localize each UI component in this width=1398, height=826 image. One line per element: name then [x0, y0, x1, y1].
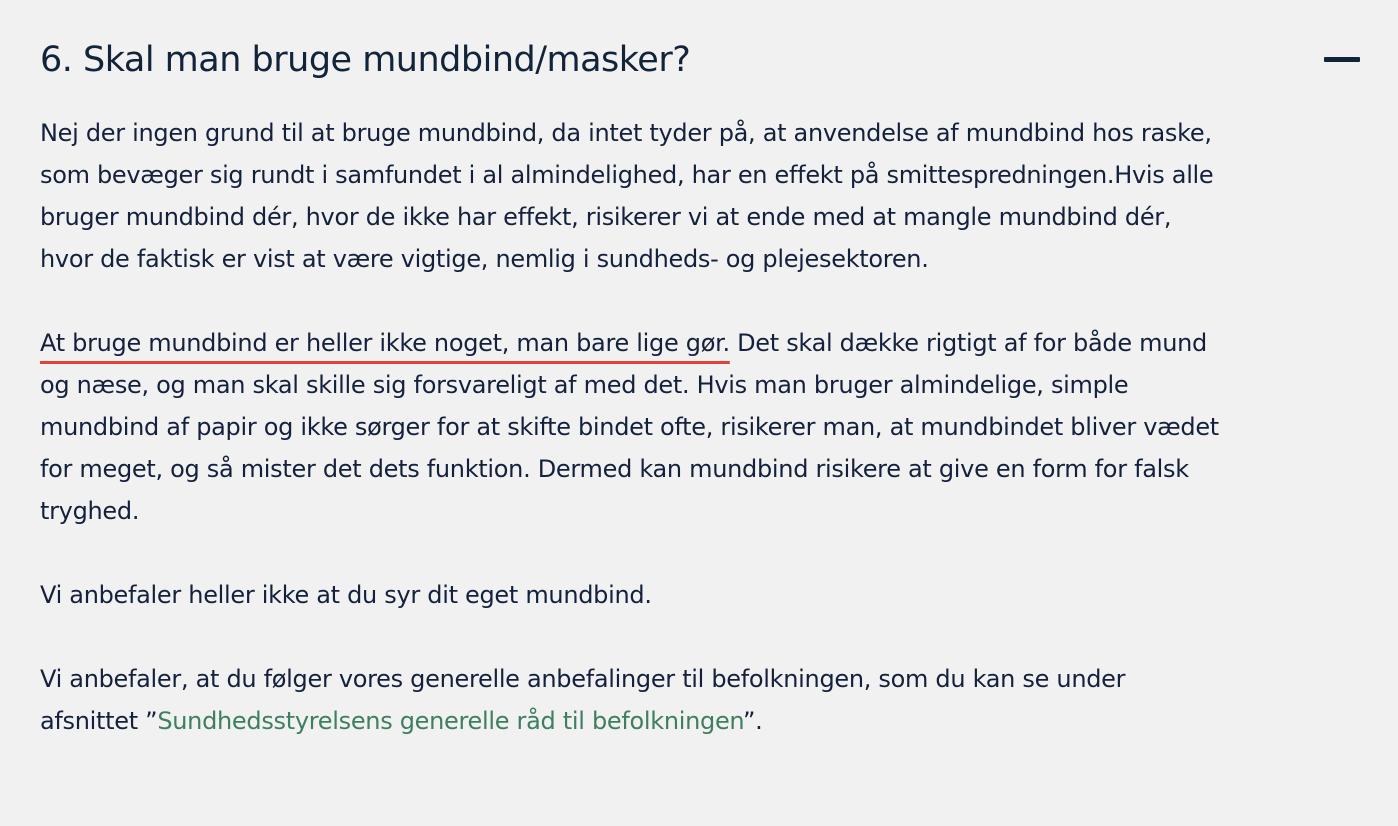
accordion-header[interactable]: 6. Skal man bruge mundbind/masker?: [40, 38, 1360, 82]
paragraph-4: Vi anbefaler, at du følger vores generel…: [40, 658, 1220, 742]
paragraph-3-text: Vi anbefaler heller ikke at du syr dit e…: [40, 581, 652, 609]
highlighted-sentence: At bruge mundbind er heller ikke noget, …: [40, 329, 730, 357]
faq-accordion-item: 6. Skal man bruge mundbind/masker? Nej d…: [0, 0, 1398, 826]
paragraph-1: Nej der ingen grund til at bruge mundbin…: [40, 112, 1220, 280]
minus-icon: [1324, 56, 1360, 62]
general-advice-link[interactable]: Sundhedsstyrelsens generelle råd til bef…: [157, 707, 743, 735]
paragraph-1-text: Nej der ingen grund til at bruge mundbin…: [40, 119, 1214, 273]
paragraph-2-text: Det skal dække rigtigt af for både mund …: [40, 329, 1219, 525]
paragraph-3: Vi anbefaler heller ikke at du syr dit e…: [40, 574, 1220, 616]
paragraph-2: At bruge mundbind er heller ikke noget, …: [40, 322, 1220, 532]
accordion-title[interactable]: 6. Skal man bruge mundbind/masker?: [40, 38, 691, 82]
paragraph-4-text-after: ”.: [743, 707, 763, 735]
collapse-toggle-button[interactable]: [1322, 38, 1362, 82]
accordion-content: Nej der ingen grund til at bruge mundbin…: [40, 112, 1220, 742]
